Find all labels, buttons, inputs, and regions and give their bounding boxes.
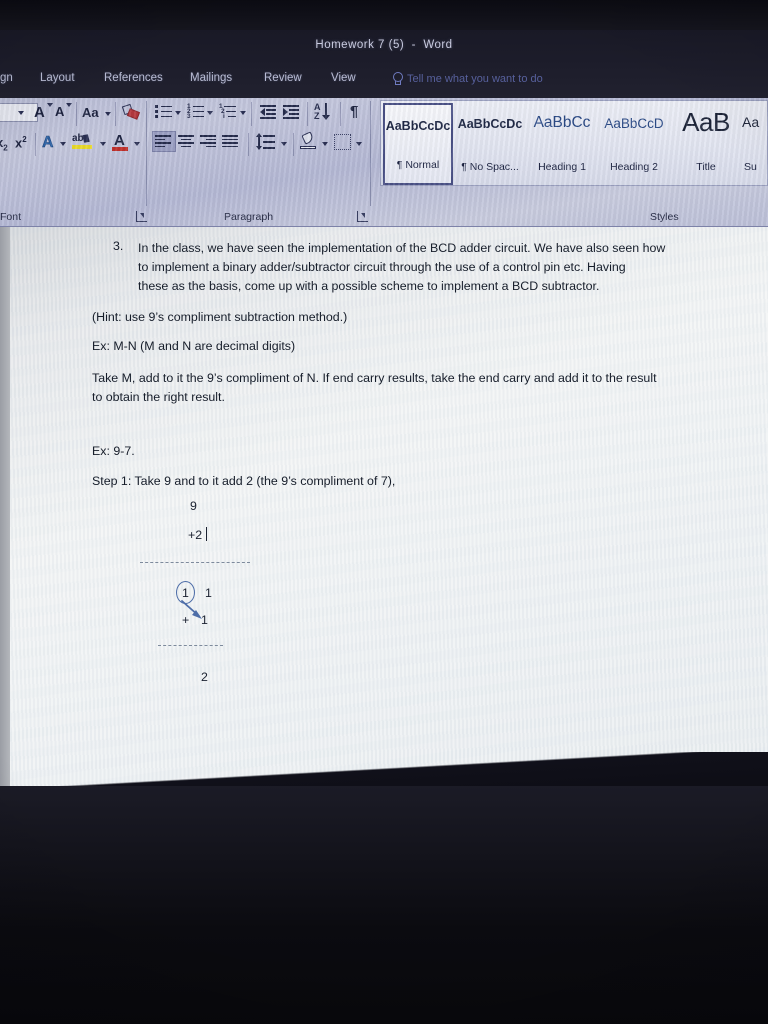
divider — [293, 133, 294, 156]
line-spacing-chevron-down-icon[interactable] — [281, 142, 287, 146]
text-effects-chevron-down-icon[interactable] — [60, 142, 66, 146]
divider — [340, 102, 341, 126]
text-cursor — [206, 527, 208, 541]
font-group-label: Font — [0, 211, 22, 223]
tab-layout[interactable]: Layout — [40, 72, 75, 84]
bullets-icon[interactable] — [155, 104, 172, 118]
divider — [115, 102, 116, 126]
divider — [146, 101, 147, 206]
sort-icon[interactable]: A Z — [314, 102, 334, 124]
tab-review[interactable]: Review — [264, 72, 302, 84]
justify-icon[interactable] — [222, 135, 239, 149]
change-case-chevron-down-icon[interactable] — [105, 112, 111, 116]
subscript-button[interactable]: x2 — [0, 135, 8, 153]
calc-rule-2 — [158, 645, 223, 646]
style-heading-1[interactable]: AaBbCс Heading 1 — [527, 103, 597, 185]
title-bar: Homework 7 (5) - Word — [0, 30, 768, 66]
monitor-bezel-top — [0, 0, 768, 32]
font-color-chevron-down-icon[interactable] — [134, 142, 140, 146]
example-general-text: Ex: M-N (M and N are decimal digits) — [92, 339, 296, 353]
align-center-icon[interactable] — [178, 135, 195, 149]
shrink-font-button[interactable]: A — [55, 104, 64, 119]
document-left-gutter — [0, 227, 10, 792]
styles-group-label: Styles — [650, 211, 679, 223]
calc-digit-1: 1 — [205, 586, 212, 600]
question-line-2: to implement a binary adder/subtractor c… — [138, 260, 626, 274]
question-line-3: these as the basis, come up with a possi… — [138, 279, 600, 293]
style-normal[interactable]: AaBbCcDc ¶ Normal — [383, 103, 453, 185]
calc-operand-9: 9 — [190, 499, 197, 513]
text-highlight-color-button[interactable]: ab — [72, 133, 94, 153]
paragraph-dialog-launcher[interactable] — [357, 211, 368, 222]
shading-chevron-down-icon[interactable] — [322, 142, 328, 146]
text-effects-button[interactable]: A — [42, 134, 54, 152]
font-size-chevron-down-icon[interactable] — [18, 111, 24, 115]
style-subtitle[interactable]: Aa Su — [739, 103, 768, 185]
divider — [76, 102, 77, 126]
font-dialog-launcher[interactable] — [136, 211, 147, 222]
tab-view[interactable]: View — [331, 72, 356, 84]
shading-icon[interactable] — [300, 131, 318, 153]
multilevel-chevron-down-icon[interactable] — [240, 111, 246, 115]
change-case-button[interactable]: Aa — [82, 105, 99, 120]
divider — [370, 101, 371, 206]
question-number: 3. — [113, 239, 124, 253]
superscript-button[interactable]: x2 — [15, 135, 27, 150]
highlight-chevron-down-icon[interactable] — [100, 142, 106, 146]
line-spacing-icon[interactable] — [255, 133, 276, 151]
numbering-icon[interactable]: 1 2 3 — [187, 103, 204, 120]
calc-result-2: 2 — [201, 670, 208, 684]
bullets-chevron-down-icon[interactable] — [175, 111, 181, 115]
ribbon-tab-bar: gn Layout References Mailings Review Vie… — [0, 66, 768, 98]
tab-references[interactable]: References — [104, 72, 163, 84]
align-right-icon[interactable] — [200, 135, 217, 149]
decrease-indent-icon[interactable] — [260, 104, 277, 119]
lightbulb-icon — [392, 72, 403, 85]
shrink-font-arrow-icon — [66, 103, 72, 107]
divider — [251, 102, 252, 126]
example-specific-text: Ex: 9-7. — [92, 444, 135, 458]
window-title: Homework 7 (5) - Word — [315, 39, 453, 51]
document-canvas[interactable]: 3. In the class, we have seen the implem… — [0, 227, 768, 792]
calc-addend-plus-2: +2 — [188, 528, 203, 542]
styles-gallery[interactable]: AaBbCcDc ¶ Normal AaBbCcDc ¶ No Spac... … — [380, 100, 768, 186]
clear-formatting-icon[interactable] — [121, 103, 141, 121]
procedure-line-2: to obtain the right result. — [92, 390, 225, 404]
style-title[interactable]: AaB Title — [671, 103, 741, 185]
grow-font-button[interactable]: A — [34, 104, 45, 121]
monitor-bezel-bottom — [0, 786, 768, 1024]
multilevel-list-icon[interactable]: 1 2 i — [219, 103, 236, 120]
carry-arrow-icon — [181, 600, 202, 619]
divider — [248, 133, 249, 156]
tab-design[interactable]: gn — [0, 72, 13, 84]
procedure-line-1: Take M, add to it the 9’s compliment of … — [92, 371, 657, 385]
step1-text: Step 1: Take 9 and to it add 2 (the 9’s … — [92, 474, 396, 488]
borders-chevron-down-icon[interactable] — [356, 142, 362, 146]
show-formatting-marks-icon[interactable]: ¶ — [350, 103, 358, 120]
ribbon: A A Aa x2 x2 A ab — [0, 98, 768, 227]
document-page[interactable]: 3. In the class, we have seen the implem… — [10, 227, 768, 792]
numbering-chevron-down-icon[interactable] — [207, 111, 213, 115]
divider — [35, 133, 36, 156]
grow-font-arrow-icon — [47, 103, 53, 107]
divider — [307, 102, 308, 126]
tab-mailings[interactable]: Mailings — [190, 72, 232, 84]
tell-me-placeholder: Tell me what you want to do — [407, 72, 543, 85]
paragraph-group-label: Paragraph — [224, 211, 274, 223]
style-no-spacing[interactable]: AaBbCcDc ¶ No Spac... — [455, 103, 525, 185]
word-application-window: Homework 7 (5) - Word gn Layout Referenc… — [0, 30, 768, 792]
align-left-icon[interactable] — [155, 135, 172, 149]
increase-indent-icon[interactable] — [283, 104, 300, 119]
hint-text: (Hint: use 9’s compliment subtraction me… — [92, 310, 348, 324]
screen-photo: Homework 7 (5) - Word gn Layout Referenc… — [0, 0, 768, 1024]
calc-rule-1 — [140, 562, 250, 563]
font-color-button[interactable]: A — [112, 132, 130, 153]
borders-icon[interactable] — [334, 134, 351, 150]
tell-me-search[interactable]: Tell me what you want to do — [392, 72, 543, 85]
style-heading-2[interactable]: AaBbCcD Heading 2 — [599, 103, 669, 185]
question-line-1: In the class, we have seen the implement… — [138, 241, 666, 255]
